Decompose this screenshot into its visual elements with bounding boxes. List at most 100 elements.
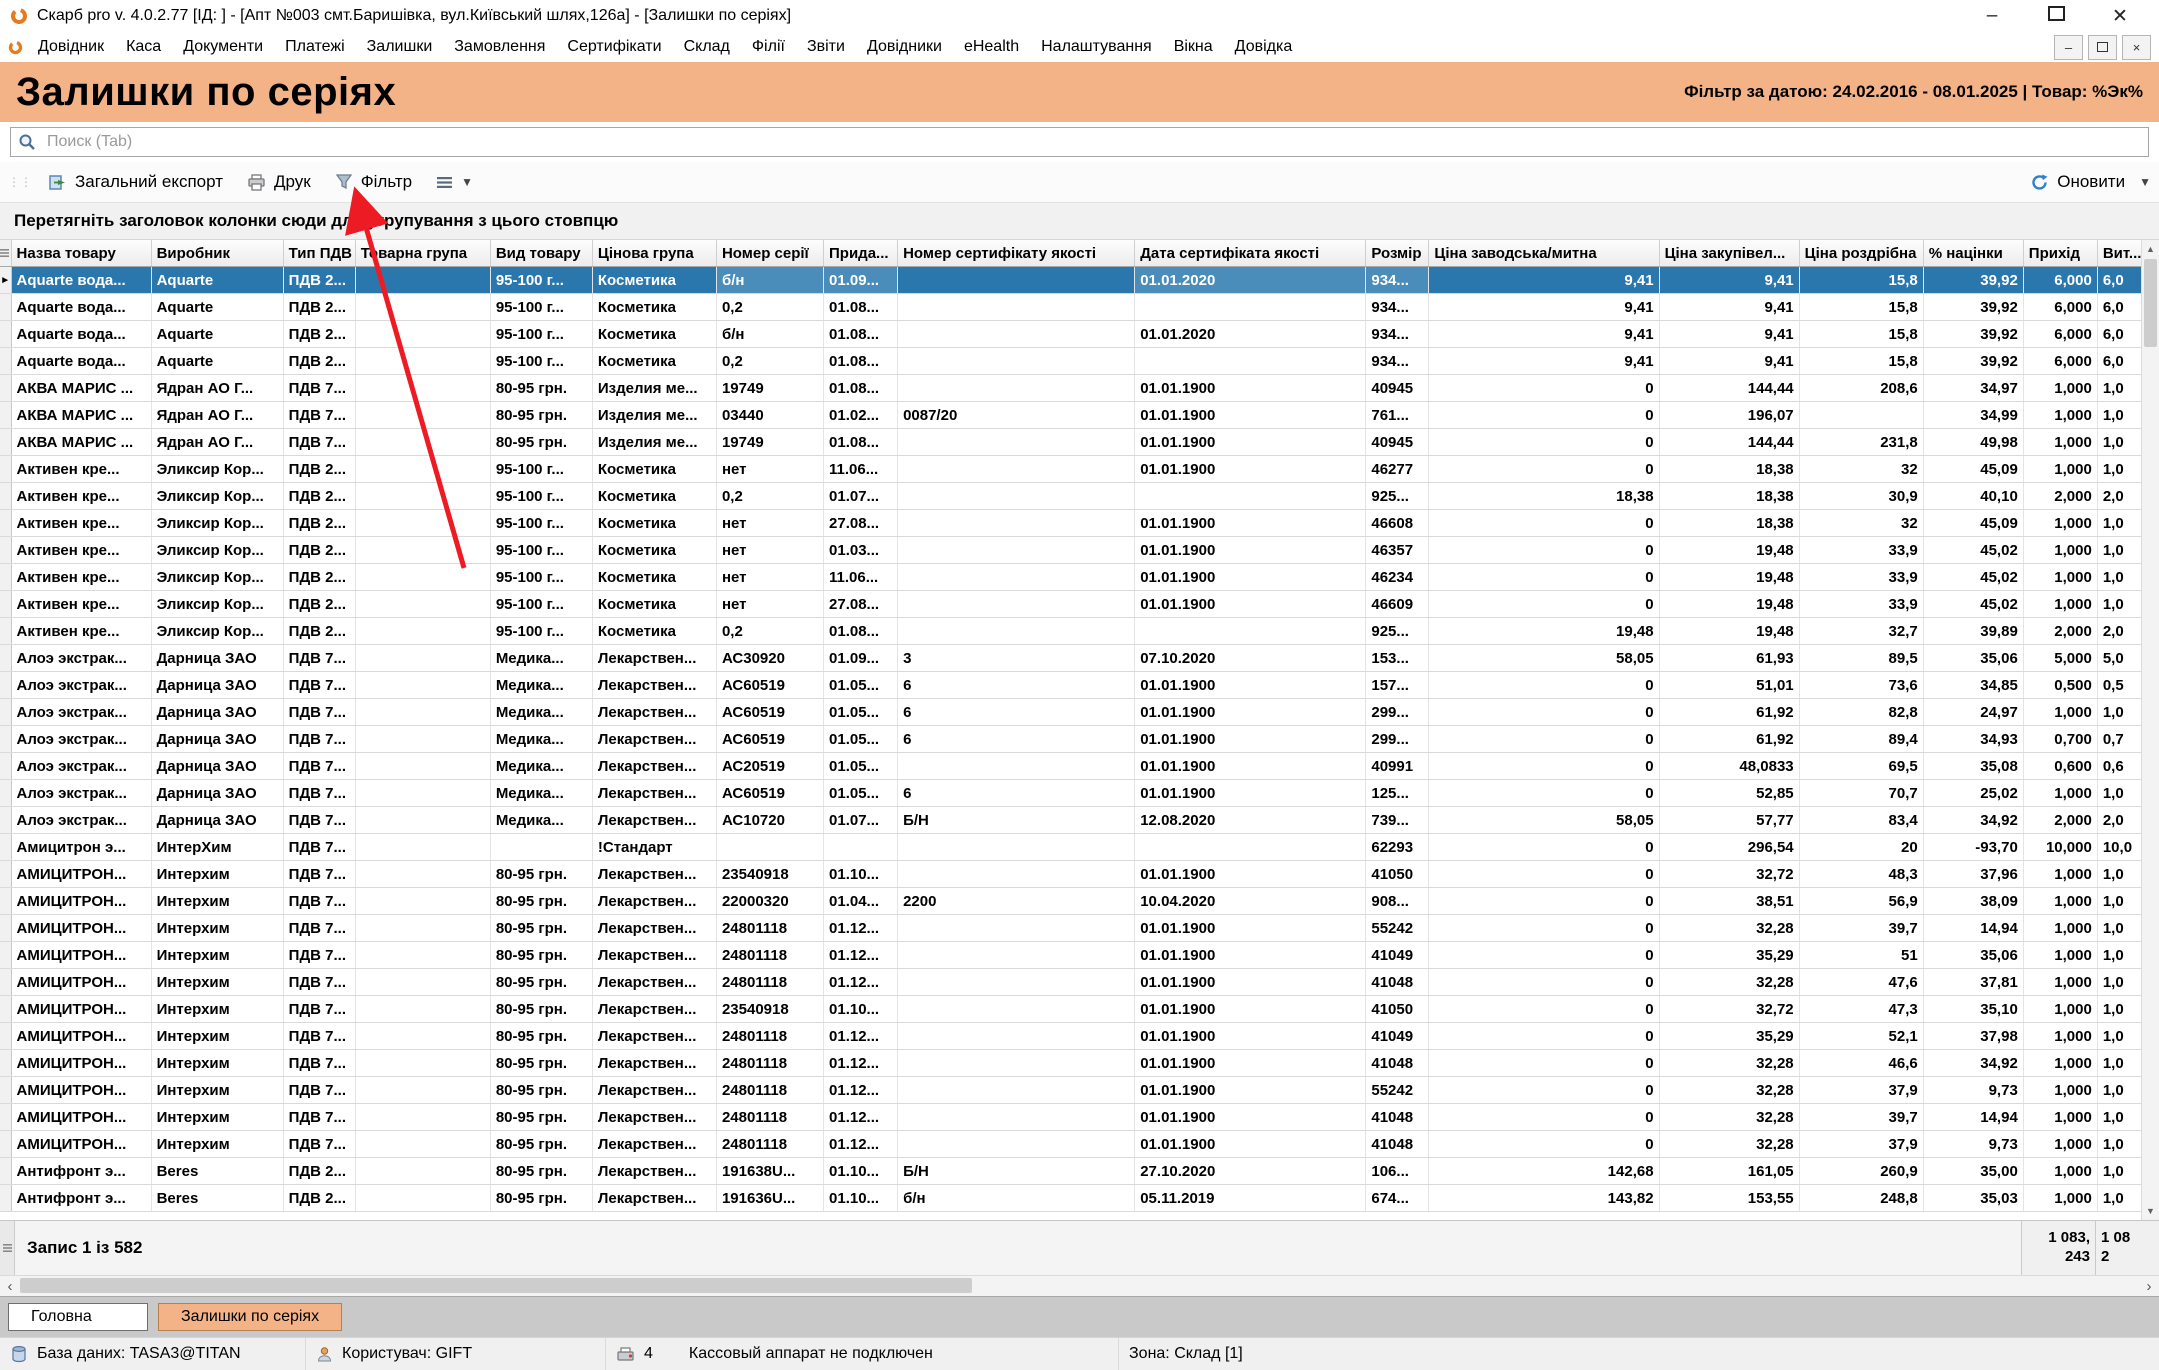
row-indicator[interactable]	[0, 1050, 11, 1077]
menu-item-2[interactable]: Каса	[115, 35, 172, 59]
cell[interactable]: 80-95 грн.	[490, 1023, 592, 1050]
cell[interactable]	[355, 942, 490, 969]
cell[interactable]	[898, 537, 1135, 564]
menu-item-4[interactable]: Платежі	[274, 35, 356, 59]
cell[interactable]: 01.10...	[824, 1158, 898, 1185]
cell[interactable]: 55242	[1366, 915, 1429, 942]
cell[interactable]: 32,28	[1659, 1050, 1799, 1077]
cell[interactable]: ИнтерХим	[151, 834, 283, 861]
cell[interactable]: 01.10...	[824, 996, 898, 1023]
cell[interactable]: Интерхим	[151, 1050, 283, 1077]
cell[interactable]: Ядран АО Г...	[151, 375, 283, 402]
cell[interactable]: 70,7	[1799, 780, 1923, 807]
row-indicator[interactable]	[0, 564, 11, 591]
cell[interactable]: Дарница ЗАО	[151, 726, 283, 753]
view-options-button[interactable]: ▼	[426, 170, 483, 195]
cell[interactable]: 1,0	[2097, 1050, 2141, 1077]
cell[interactable]: 01.01.1900	[1135, 672, 1366, 699]
cell[interactable]: 1,0	[2097, 402, 2141, 429]
cell[interactable]	[355, 375, 490, 402]
menu-item-5[interactable]: Залишки	[356, 35, 444, 59]
cell[interactable]: Активен кре...	[11, 591, 151, 618]
cell[interactable]: Косметика	[592, 537, 716, 564]
cell[interactable]: 40991	[1366, 753, 1429, 780]
cell[interactable]: Алоэ экстрак...	[11, 726, 151, 753]
cell[interactable]: 6,0	[2097, 348, 2141, 375]
column-header-6[interactable]: Цінова група	[592, 240, 716, 267]
cell[interactable]: 9,41	[1429, 294, 1659, 321]
cell[interactable]: 934...	[1366, 348, 1429, 375]
cell[interactable]: 39,92	[1923, 348, 2023, 375]
cell[interactable]: Алоэ экстрак...	[11, 753, 151, 780]
cell[interactable]: 27.10.2020	[1135, 1158, 1366, 1185]
table-row[interactable]: Активен кре...Эликсир Кор...ПДВ 2...95-1…	[0, 510, 2141, 537]
cell[interactable]: Алоэ экстрак...	[11, 780, 151, 807]
row-indicator[interactable]	[0, 834, 11, 861]
cell[interactable]: 41050	[1366, 996, 1429, 1023]
cell[interactable]: 01.08...	[824, 348, 898, 375]
cell[interactable]: 01.09...	[824, 645, 898, 672]
cell[interactable]: 2200	[898, 888, 1135, 915]
cell[interactable]: 27.08...	[824, 591, 898, 618]
menu-item-9[interactable]: Філії	[741, 35, 796, 59]
cell[interactable]: 1,0	[2097, 510, 2141, 537]
filter-button[interactable]: Фільтр	[325, 167, 422, 197]
cell[interactable]: 0	[1429, 996, 1659, 1023]
cell[interactable]: ПДВ 2...	[283, 537, 355, 564]
row-indicator[interactable]	[0, 618, 11, 645]
cell[interactable]: Изделия ме...	[592, 402, 716, 429]
cell[interactable]: 34,85	[1923, 672, 2023, 699]
cell[interactable]: АКВА МАРИС ...	[11, 429, 151, 456]
menu-item-8[interactable]: Склад	[673, 35, 741, 59]
cell[interactable]: 934...	[1366, 294, 1429, 321]
menu-item-15[interactable]: Довідка	[1224, 35, 1304, 59]
cell[interactable]: 143,82	[1429, 1185, 1659, 1212]
cell[interactable]: 15,8	[1799, 267, 1923, 294]
table-row[interactable]: АМИЦИТРОН...ИнтерхимПДВ 7...80-95 грн.Ле…	[0, 888, 2141, 915]
cell[interactable]: Медика...	[490, 726, 592, 753]
cell[interactable]: 01.03...	[824, 537, 898, 564]
cell[interactable]: 01.01.1900	[1135, 996, 1366, 1023]
cell[interactable]: 01.01.1900	[1135, 591, 1366, 618]
cell[interactable]: 0	[1429, 861, 1659, 888]
cell[interactable]: 299...	[1366, 699, 1429, 726]
cell[interactable]: 674...	[1366, 1185, 1429, 1212]
cell[interactable]: 80-95 грн.	[490, 1185, 592, 1212]
cell[interactable]	[716, 834, 823, 861]
cell[interactable]: 1,000	[2023, 1131, 2097, 1158]
cell[interactable]: 46277	[1366, 456, 1429, 483]
row-indicator-arrow[interactable]: ►	[0, 267, 11, 294]
cell[interactable]: 89,5	[1799, 645, 1923, 672]
cell[interactable]: 01.01.1900	[1135, 1023, 1366, 1050]
cell[interactable]: 1,000	[2023, 429, 2097, 456]
cell[interactable]: 1,0	[2097, 591, 2141, 618]
cell[interactable]: 40945	[1366, 429, 1429, 456]
cell[interactable]: 1,000	[2023, 996, 2097, 1023]
row-indicator[interactable]	[0, 537, 11, 564]
table-row[interactable]: АМИЦИТРОН...ИнтерхимПДВ 7...80-95 грн.Ле…	[0, 942, 2141, 969]
cell[interactable]: Дарница ЗАО	[151, 645, 283, 672]
cell[interactable]: 1,0	[2097, 915, 2141, 942]
cell[interactable]: ПДВ 7...	[283, 699, 355, 726]
cell[interactable]: 35,10	[1923, 996, 2023, 1023]
cell[interactable]: Алоэ экстрак...	[11, 672, 151, 699]
cell[interactable]	[355, 1077, 490, 1104]
cell[interactable]: 1,000	[2023, 861, 2097, 888]
cell[interactable]: 1,000	[2023, 564, 2097, 591]
cell[interactable]: Косметика	[592, 510, 716, 537]
cell[interactable]: 46608	[1366, 510, 1429, 537]
cell[interactable]: 41048	[1366, 969, 1429, 996]
row-indicator[interactable]	[0, 375, 11, 402]
table-row[interactable]: Активен кре...Эликсир Кор...ПДВ 2...95-1…	[0, 591, 2141, 618]
cell[interactable]: Косметика	[592, 321, 716, 348]
cell[interactable]: 46234	[1366, 564, 1429, 591]
row-indicator[interactable]	[0, 672, 11, 699]
cell[interactable]: 1,0	[2097, 942, 2141, 969]
cell[interactable]: 0	[1429, 510, 1659, 537]
cell[interactable]: 45,02	[1923, 564, 2023, 591]
cell[interactable]: Aquarte	[151, 267, 283, 294]
cell[interactable]: 47,6	[1799, 969, 1923, 996]
cell[interactable]: Лекарствен...	[592, 699, 716, 726]
cell[interactable]: 35,08	[1923, 753, 2023, 780]
cell[interactable]: Aquarte	[151, 348, 283, 375]
